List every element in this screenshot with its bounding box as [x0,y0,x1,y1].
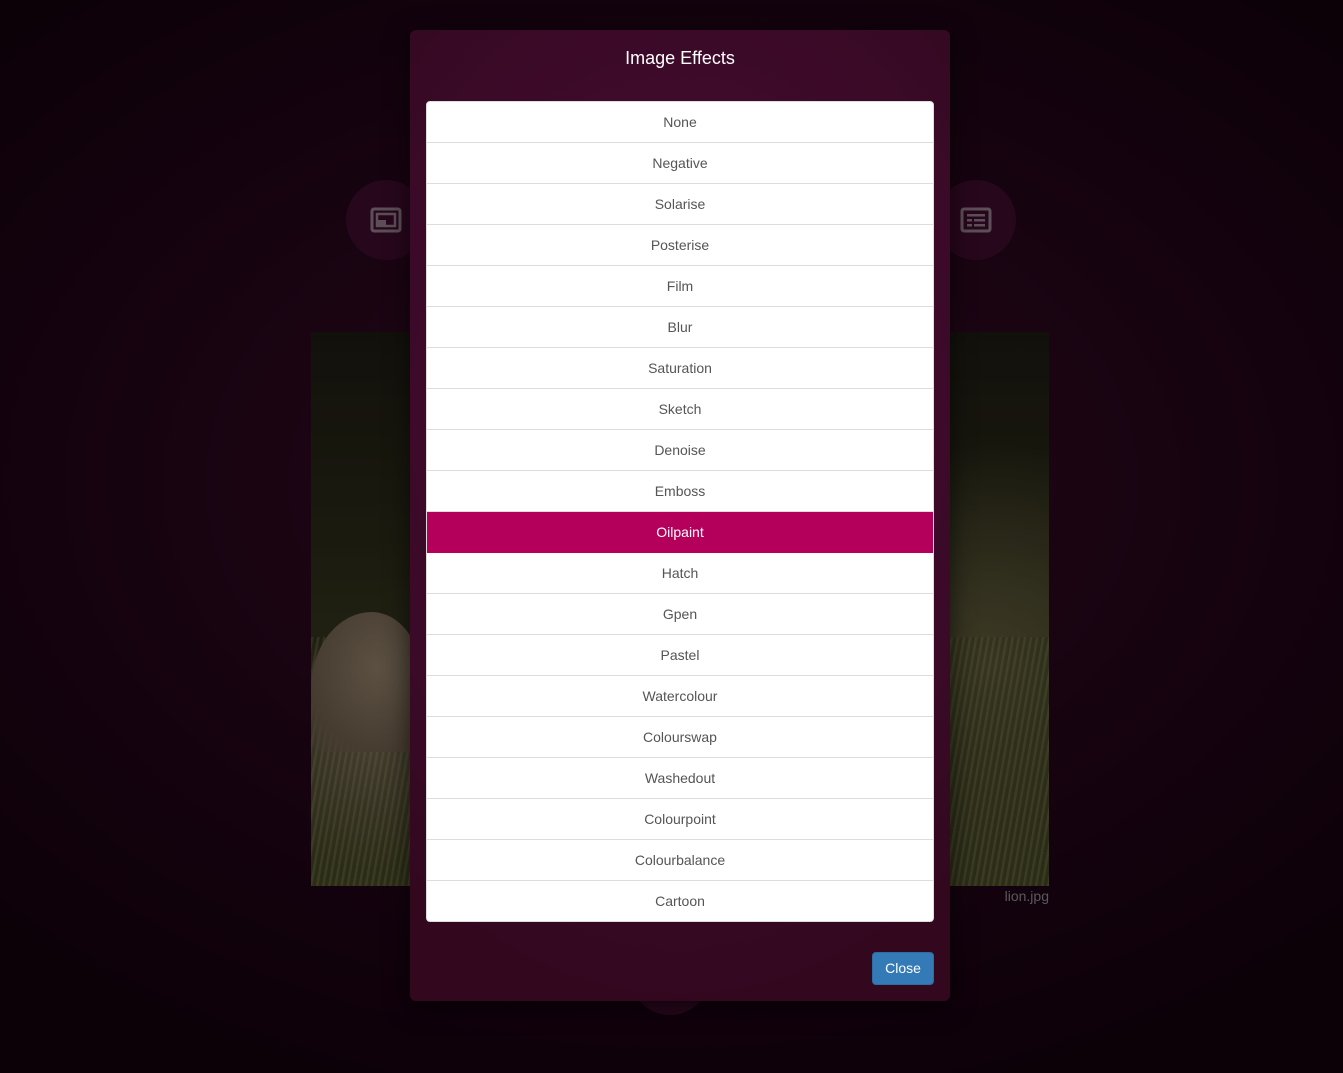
image-effects-modal: Image Effects None Negative Solarise Poster… [410,30,950,1001]
effect-item-film[interactable]: Film [427,266,933,307]
effect-item-denoise[interactable]: Denoise [427,430,933,471]
effect-item-gpen[interactable]: Gpen [427,594,933,635]
effect-item-sketch[interactable]: Sketch [427,389,933,430]
effect-item-washedout[interactable]: Washedout [427,758,933,799]
effects-list: None Negative Solarise Posterise Film Blur Sat… [426,101,934,922]
close-button[interactable]: Close [872,952,934,985]
effect-item-colourpoint[interactable]: Colourpoint [427,799,933,840]
effect-item-solarise[interactable]: Solarise [427,184,933,225]
effect-item-emboss[interactable]: Emboss [427,471,933,512]
effect-item-none[interactable]: None [427,102,933,143]
effect-item-oilpaint[interactable]: Oilpaint [427,512,933,553]
effect-item-colourbalance[interactable]: Colourbalance [427,840,933,881]
effect-item-colourswap[interactable]: Colourswap [427,717,933,758]
effect-item-negative[interactable]: Negative [427,143,933,184]
effect-item-posterise[interactable]: Posterise [427,225,933,266]
effect-item-saturation[interactable]: Saturation [427,348,933,389]
modal-title: Image Effects [625,48,735,68]
effect-item-pastel[interactable]: Pastel [427,635,933,676]
effect-item-watercolour[interactable]: Watercolour [427,676,933,717]
effect-item-blur[interactable]: Blur [427,307,933,348]
effect-item-cartoon[interactable]: Cartoon [427,881,933,921]
effect-item-hatch[interactable]: Hatch [427,553,933,594]
